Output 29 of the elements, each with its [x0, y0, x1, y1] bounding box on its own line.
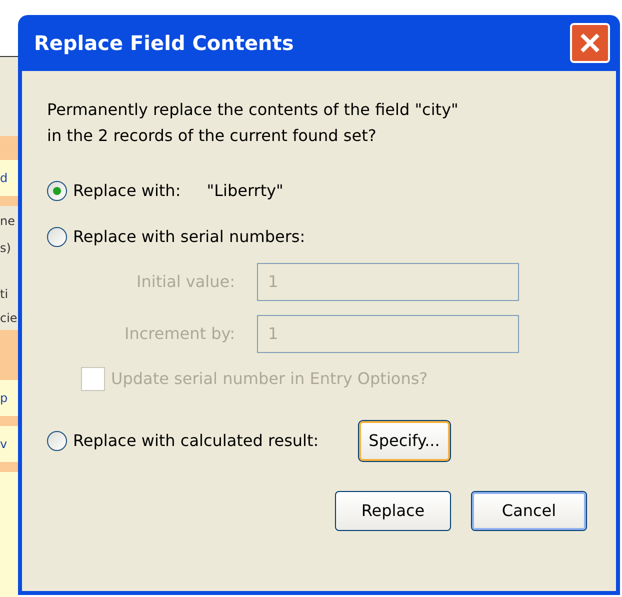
dialog-button[interactable]: Cancel [471, 491, 587, 531]
background-text: p [0, 392, 8, 404]
background-text: v [0, 438, 8, 450]
window-title: Replace Field Contents [34, 30, 294, 57]
radio-button[interactable] [47, 181, 67, 201]
table-row-stripe [0, 196, 18, 206]
table-row-stripe [0, 416, 18, 426]
specify-button[interactable]: Specify... [358, 421, 450, 461]
background-text: ti [0, 288, 8, 300]
field-label: Increment by: [123, 323, 236, 345]
checkbox-label: Update serial number in Entry Options? [111, 368, 428, 390]
radio-button[interactable] [47, 431, 67, 451]
radio-button[interactable] [47, 227, 67, 247]
option-label: Replace with calculated result: [73, 430, 319, 452]
replace-value: "Liberrty" [206, 180, 284, 202]
background-text: cie [0, 312, 18, 324]
table-row-stripe [0, 462, 18, 472]
field-label: Initial value: [136, 271, 236, 293]
confirmation-message: Permanently replace the contents of the field "city" in the 2 records of the current found set? [47, 99, 460, 147]
table-row-stripe [0, 136, 18, 160]
background-text: s) [0, 242, 11, 254]
close-button[interactable] [570, 23, 610, 63]
option-label: Replace with: [73, 180, 181, 202]
table-row-stripe [0, 330, 18, 380]
background-text: d [0, 172, 8, 184]
option-label: Replace with serial numbers: [73, 226, 306, 248]
close-icon [578, 31, 602, 55]
background-text: ne [0, 215, 15, 227]
dialog-button[interactable]: Replace [335, 491, 451, 531]
